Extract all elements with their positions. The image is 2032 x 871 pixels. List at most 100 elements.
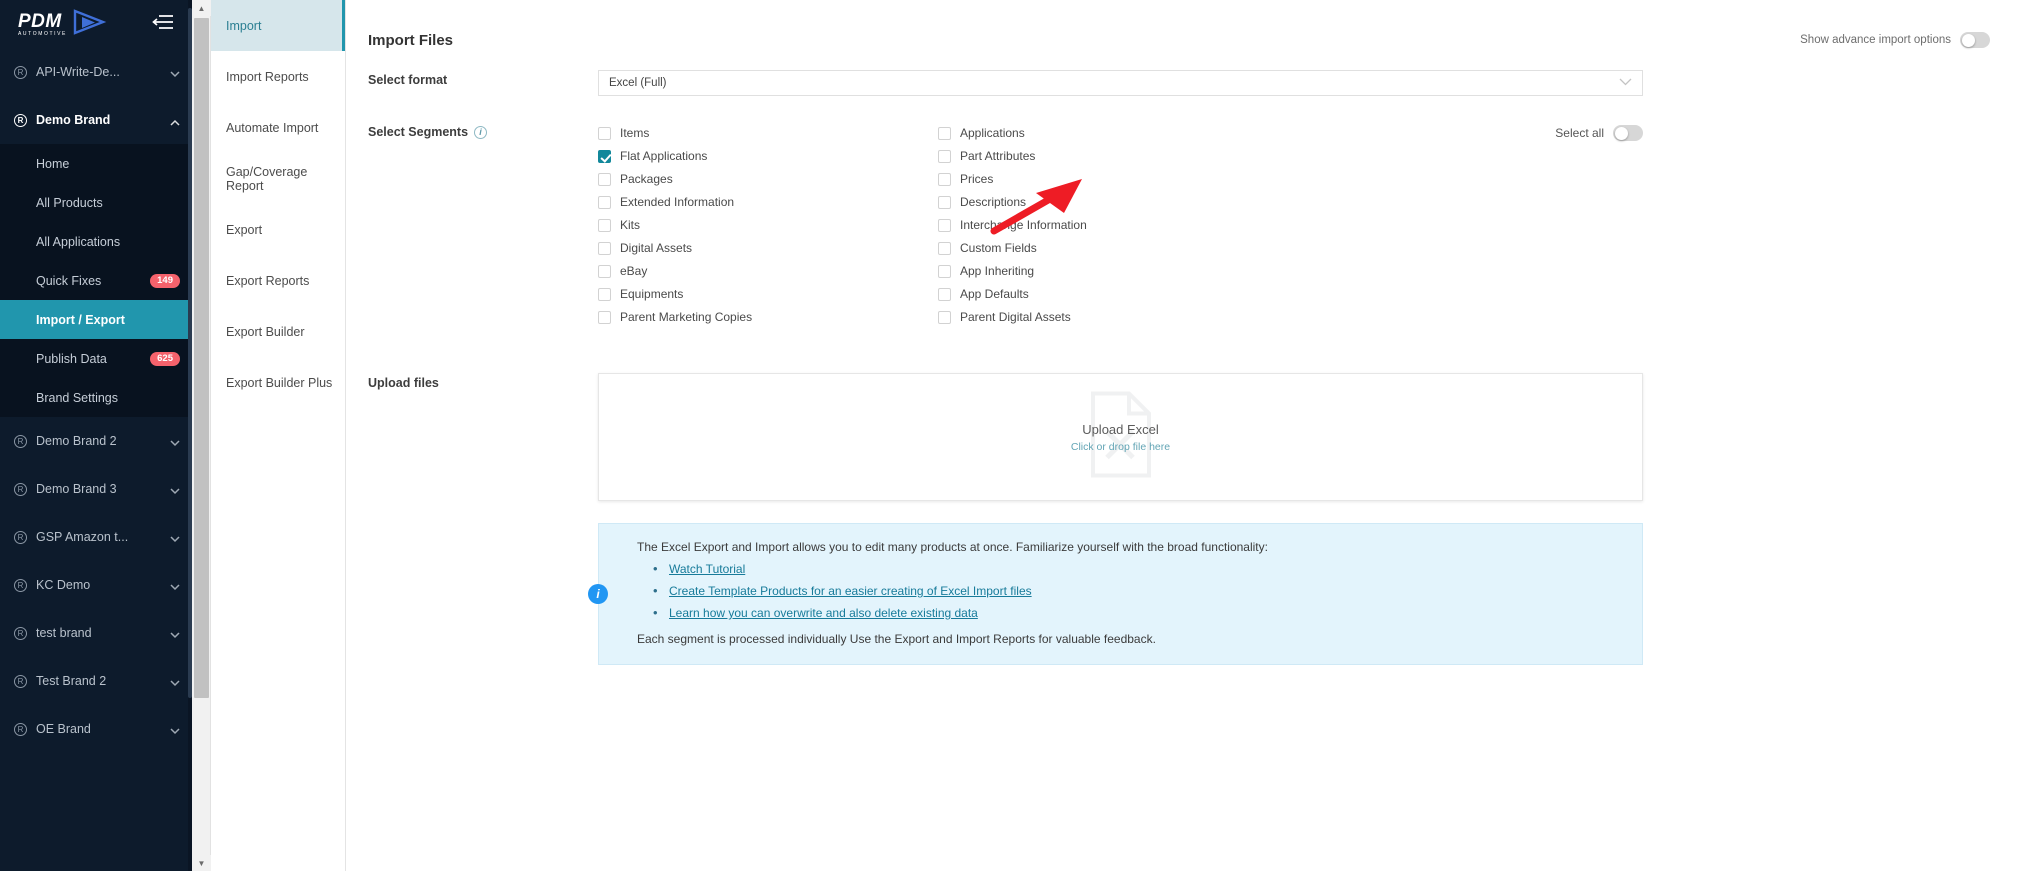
sidebar-brand-gsp-amazon-t[interactable]: R GSP Amazon t... [0,513,192,561]
advance-options-toggle[interactable] [1960,32,1990,48]
select-format-field: Excel (Full) [598,70,2032,96]
advance-options-label: Show advance import options [1800,34,1951,46]
checkbox-icon[interactable] [938,310,951,324]
sidebar-brand-demo-brand[interactable]: R Demo Brand [0,96,192,144]
sidebar-item-all-products[interactable]: All Products [0,183,192,222]
subnav-item-export-reports[interactable]: Export Reports [211,255,345,306]
checkbox-icon[interactable] [938,218,951,232]
segment-option-part-attributes[interactable]: Part Attributes [938,147,1278,165]
checkbox-icon[interactable] [938,264,951,278]
select-all-toggle-knob [1614,126,1628,140]
info-circle-icon[interactable]: i [474,125,488,139]
sidebar-item-badge: 625 [150,351,180,366]
advance-options-control[interactable]: Show advance import options [1800,32,1990,48]
segment-option-label: Flat Applications [620,149,708,163]
segment-option-app-inheriting[interactable]: App Inheriting [938,262,1278,280]
sidebar-brand-api-write-de[interactable]: R API-Write-De... [0,48,192,96]
checkbox-icon[interactable] [938,149,951,163]
segment-option-equipments[interactable]: Equipments [598,285,938,303]
subnav-item-export[interactable]: Export [211,204,345,255]
segment-option-custom-fields[interactable]: Custom Fields [938,239,1278,257]
chevron-down-icon [170,436,180,447]
segment-option-label: Part Attributes [960,149,1036,163]
registered-icon: R [14,482,27,496]
subnav-item-export-builder[interactable]: Export Builder [211,306,345,357]
checkbox-icon[interactable] [938,241,951,255]
sidebar-item-home[interactable]: Home [0,144,192,183]
upload-files-label: Upload files [368,376,439,390]
checkbox-icon[interactable] [938,195,951,209]
segment-option-app-defaults[interactable]: App Defaults [938,285,1278,303]
sidebar-brand-test-brand-2[interactable]: R Test Brand 2 [0,657,192,705]
subnav-item-export-builder-plus[interactable]: Export Builder Plus [211,357,345,408]
checkbox-icon[interactable] [938,287,951,301]
info-link[interactable]: Create Template Products for an easier c… [669,584,1032,598]
segment-option-flat-applications[interactable]: Flat Applications [598,147,938,165]
format-select[interactable]: Excel (Full) [598,70,1643,96]
checkbox-icon[interactable] [598,195,611,209]
sidebar-item-label: Home [36,156,70,171]
sidebar-brand-demo-brand-3[interactable]: R Demo Brand 3 [0,465,192,513]
segment-option-label: Equipments [620,287,684,301]
app-root: PDM AUTOMOTIVE R API-Write-De... R Demo Bra… [0,0,2032,871]
segment-option-digital-assets[interactable]: Digital Assets [598,239,938,257]
checkbox-checked-icon[interactable] [598,149,611,163]
segment-option-parent-marketing-copies[interactable]: Parent Marketing Copies [598,308,938,326]
subnav-item-label: Export [226,222,263,237]
info-list-item: Create Template Products for an easier c… [653,583,1622,598]
checkbox-icon[interactable] [598,287,611,301]
segment-option-kits[interactable]: Kits [598,216,938,234]
subnav-item-import[interactable]: Import [211,0,345,51]
checkbox-icon[interactable] [598,218,611,232]
segment-option-interchange-information[interactable]: Interchange Information [938,216,1278,234]
info-link[interactable]: Learn how you can overwrite and also del… [669,606,978,620]
sidebar-item-brand-settings[interactable]: Brand Settings [0,378,192,417]
sidebar-item-publish-data[interactable]: Publish Data 625 [0,339,192,378]
sidebar-item-all-applications[interactable]: All Applications [0,222,192,261]
subnav-item-automate-import[interactable]: Automate Import [211,102,345,153]
select-segments-row: Select Segments i Items Flat Applications… [346,122,2032,331]
file-dropzone[interactable]: Upload Excel Click or drop file here [598,373,1643,501]
page-scrollbar[interactable]: ▲ ▼ [192,0,211,871]
sidebar-brand-list: R API-Write-De... R Demo Brand Home All Produ… [0,48,192,753]
collapse-menu-icon[interactable] [148,10,178,39]
checkbox-icon[interactable] [598,241,611,255]
chevron-down-icon [170,532,180,543]
select-all-toggle[interactable] [1613,125,1643,141]
segments-column-right: Applications Part Attributes Prices Descrip… [938,124,1278,331]
checkbox-icon[interactable] [598,172,611,186]
segment-option-items[interactable]: Items [598,124,938,142]
sidebar-brand-kc-demo[interactable]: R KC Demo [0,561,192,609]
scroll-up-arrow-icon[interactable]: ▲ [192,0,211,16]
subnav-item-label: Export Builder [226,324,305,339]
sidebar-brand-test-brand[interactable]: Rtest brand [0,609,192,657]
checkbox-icon[interactable] [598,310,611,324]
sidebar-brand-oe-brand[interactable]: R OE Brand [0,705,192,753]
sidebar-brand-label: Demo Brand 2 [36,434,117,448]
segment-option-extended-information[interactable]: Extended Information [598,193,938,211]
segment-option-descriptions[interactable]: Descriptions [938,193,1278,211]
segment-option-packages[interactable]: Packages [598,170,938,188]
subnav-item-gap-coverage-report[interactable]: Gap/Coverage Report [211,153,345,204]
app-logo[interactable]: PDM AUTOMOTIVE [18,8,107,40]
registered-icon: R [14,578,27,592]
segment-option-prices[interactable]: Prices [938,170,1278,188]
sidebar-item-label: Import / Export [36,312,125,327]
info-link[interactable]: Watch Tutorial [669,562,745,576]
segment-option-ebay[interactable]: eBay [598,262,938,280]
checkbox-icon[interactable] [938,172,951,186]
segment-option-applications[interactable]: Applications [938,124,1278,142]
sidebar-item-quick-fixes[interactable]: Quick Fixes 149 [0,261,192,300]
scroll-down-arrow-icon[interactable]: ▼ [192,855,211,871]
dropzone-title: Upload Excel [1082,421,1159,437]
checkbox-icon[interactable] [598,264,611,278]
page-scrollbar-thumb[interactable] [194,18,209,698]
checkbox-icon[interactable] [938,126,951,140]
segment-option-parent-digital-assets[interactable]: Parent Digital Assets [938,308,1278,326]
sidebar-brand-demo-brand-2[interactable]: R Demo Brand 2 [0,417,192,465]
sidebar-item-import-export[interactable]: Import / Export [0,300,192,339]
subnav-item-import-reports[interactable]: Import Reports [211,51,345,102]
select-all-control[interactable]: Select all [1555,125,1643,141]
sidebar-logo-row: PDM AUTOMOTIVE [0,0,192,48]
checkbox-icon[interactable] [598,126,611,140]
